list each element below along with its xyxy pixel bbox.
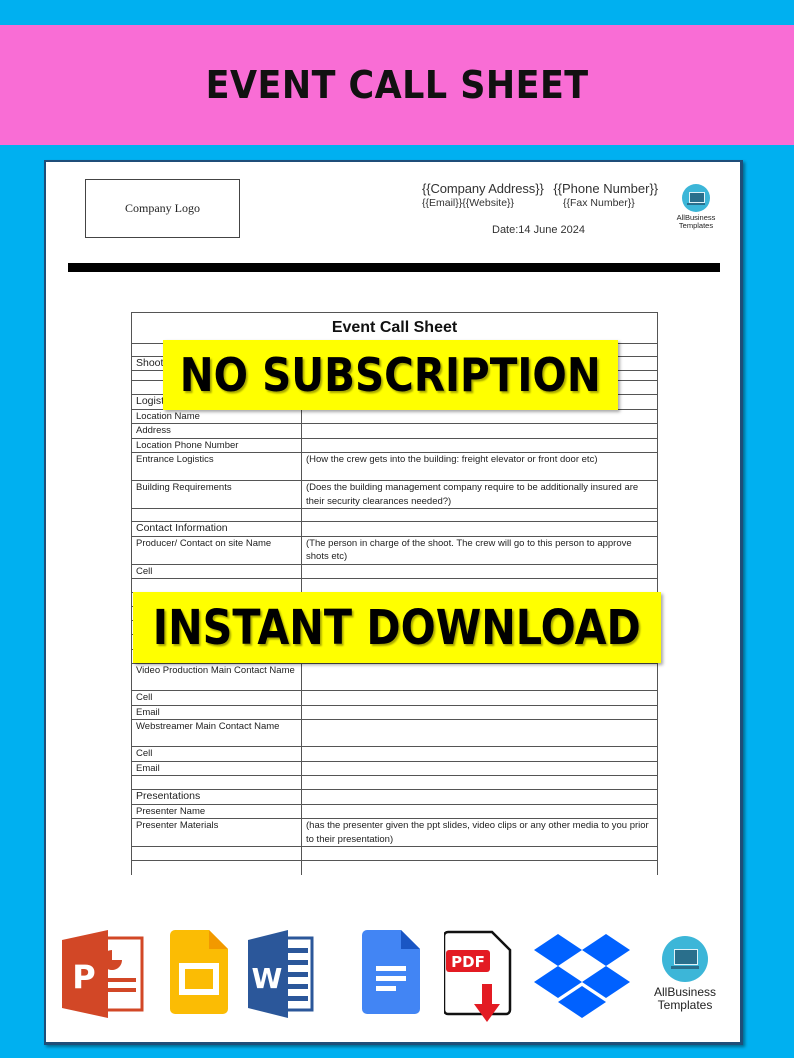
row-value[interactable] xyxy=(301,690,657,706)
row-label: Address xyxy=(132,423,302,439)
table-row xyxy=(132,860,658,875)
row-value[interactable] xyxy=(301,409,657,424)
row-label: Building Requirements xyxy=(132,480,302,509)
table-row: Entrance Logistics (How the crew gets int… xyxy=(132,452,657,481)
document-date: Date:14 June 2024 xyxy=(492,224,585,236)
row-label: Presenter Materials xyxy=(132,818,302,847)
row-value[interactable] xyxy=(301,508,657,522)
row-label: Cell xyxy=(132,746,302,762)
row-label xyxy=(132,846,302,861)
row-label: Video Production Main Contact Name xyxy=(132,663,302,691)
table-row: Cell xyxy=(132,690,657,706)
company-logo-label: Company Logo xyxy=(125,201,200,215)
company-logo-placeholder: Company Logo xyxy=(85,179,240,238)
row-label: Email xyxy=(132,761,302,776)
row-label: Email xyxy=(132,705,302,720)
row-label: Presenter Name xyxy=(132,804,302,819)
allbusiness-templates-logo: AllBusiness Templates xyxy=(673,184,719,230)
row-value[interactable] xyxy=(302,861,658,875)
row-value[interactable]: (has the presenter given the ppt slides,… xyxy=(301,818,657,847)
table-row: Webstreamer Main Contact Name xyxy=(132,719,657,747)
row-value[interactable] xyxy=(301,789,657,805)
svg-text:P: P xyxy=(72,958,95,996)
laptop-icon xyxy=(662,936,708,982)
row-value[interactable] xyxy=(301,564,657,579)
row-label xyxy=(132,578,302,593)
table-row: Presenter Name xyxy=(132,804,657,819)
row-label: Producer/ Contact on site Name xyxy=(132,536,302,565)
table-row: Video Production Main Contact Name xyxy=(132,663,657,691)
allbusiness-templates-footer-logo: AllBusiness Templates xyxy=(648,930,722,1012)
row-value[interactable] xyxy=(301,804,657,819)
table-row: Location Name xyxy=(132,409,657,424)
row-value[interactable] xyxy=(301,746,657,762)
row-value[interactable] xyxy=(301,705,657,720)
email-website: {{Email}}{{Website}} xyxy=(422,197,515,209)
dropbox-icon xyxy=(534,934,630,1018)
row-value[interactable] xyxy=(301,578,657,593)
row-value[interactable] xyxy=(301,846,657,861)
page-title: EVENT CALL SHEET xyxy=(205,63,589,107)
no-subscription-banner: NO SUBSCRIPTION xyxy=(163,340,618,410)
row-value[interactable] xyxy=(301,719,657,747)
table-row: Cell xyxy=(132,746,657,762)
phone-number: {{Phone Number}} xyxy=(553,181,659,196)
instant-download-banner: INSTANT DOWNLOAD xyxy=(133,592,661,663)
row-label xyxy=(132,860,302,875)
powerpoint-icon: P xyxy=(62,930,144,1018)
table-row: Location Phone Number xyxy=(132,438,657,453)
header-divider xyxy=(68,263,720,272)
row-label: Contact Information xyxy=(132,521,302,537)
footer-brand-line-2: Templates xyxy=(657,998,713,1012)
table-row: Address xyxy=(132,423,657,439)
fax-number: {{Fax Number}} xyxy=(562,197,635,209)
row-value[interactable]: (Does the building management company re… xyxy=(301,480,657,509)
format-icons-row: P W PDF AllBusiness Templates xyxy=(0,930,794,1030)
company-address: {{Company Address}} xyxy=(422,181,544,196)
word-icon: W xyxy=(248,930,314,1018)
no-subscription-text: NO SUBSCRIPTION xyxy=(180,348,601,402)
row-label: Location Name xyxy=(132,409,302,424)
contact-block: {{Company Address}} {{Phone Number}} {{E… xyxy=(422,182,658,210)
table-row: Producer/ Contact on site Name (The perso… xyxy=(132,536,657,565)
table-row: Email xyxy=(132,761,657,776)
row-label: Entrance Logistics xyxy=(132,452,302,481)
table-row: Cell xyxy=(132,564,657,579)
svg-text:W: W xyxy=(252,962,283,995)
table-row xyxy=(132,775,657,790)
row-label: Webstreamer Main Contact Name xyxy=(132,719,302,747)
table-row xyxy=(132,578,657,593)
row-value[interactable] xyxy=(301,663,657,691)
row-label: Presentations xyxy=(132,789,302,805)
row-label xyxy=(132,775,302,790)
row-value[interactable] xyxy=(301,438,657,453)
table-row: Building Requirements (Does the building … xyxy=(132,480,657,509)
row-value[interactable] xyxy=(301,775,657,790)
title-banner: EVENT CALL SHEET xyxy=(0,25,794,145)
row-value[interactable]: (How the crew gets into the building: fr… xyxy=(301,452,657,481)
table-row xyxy=(132,508,657,522)
row-value[interactable] xyxy=(301,423,657,439)
laptop-icon xyxy=(682,184,710,212)
row-label: Location Phone Number xyxy=(132,438,302,453)
row-label xyxy=(132,508,302,522)
table-row: Presenter Materials (has the presenter gi… xyxy=(132,818,657,847)
table-row: Email xyxy=(132,705,657,720)
table-row: Contact Information xyxy=(132,521,657,537)
row-value[interactable] xyxy=(301,521,657,537)
pdf-download-icon: PDF xyxy=(444,930,512,1022)
google-slides-icon xyxy=(170,930,228,1014)
table-row xyxy=(132,846,657,861)
row-label: Cell xyxy=(132,564,302,579)
instant-download-text: INSTANT DOWNLOAD xyxy=(152,599,642,656)
table-row: Presentations xyxy=(132,789,657,805)
brand-line-2: Templates xyxy=(678,221,714,230)
row-label: Cell xyxy=(132,690,302,706)
row-value[interactable] xyxy=(301,761,657,776)
row-value[interactable]: (The person in charge of the shoot. The … xyxy=(301,536,657,565)
google-docs-icon xyxy=(362,930,420,1014)
pdf-label: PDF xyxy=(451,953,485,971)
